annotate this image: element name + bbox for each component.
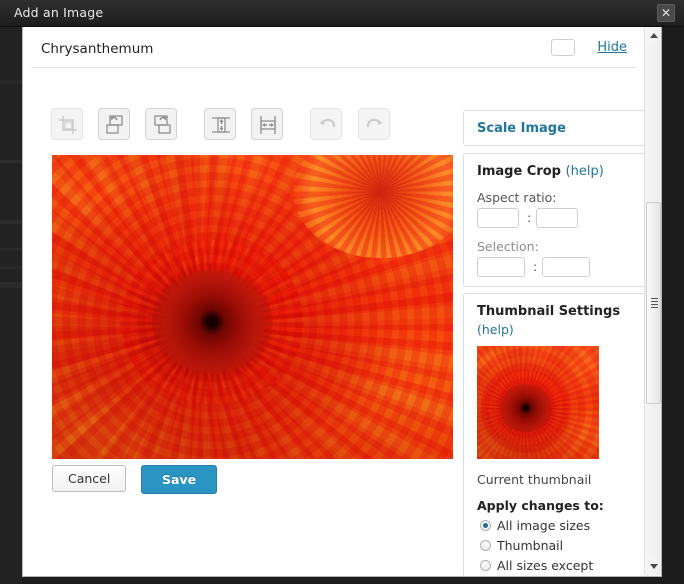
add-image-modal: Chrysanthemum Hide Cancel Save Scale Ima… xyxy=(22,27,662,577)
flip-horizontal-button[interactable] xyxy=(251,108,284,140)
current-thumbnail-image xyxy=(477,346,599,459)
backdrop-texture xyxy=(0,20,22,584)
window-title: Add an Image xyxy=(14,5,104,20)
hide-toggle-checkbox[interactable] xyxy=(551,39,575,56)
flip-vertical-icon xyxy=(212,117,231,133)
radio-thumbnail[interactable]: Thumbnail xyxy=(480,538,563,553)
crop-button[interactable] xyxy=(51,108,83,140)
rotate-counterclockwise-button[interactable] xyxy=(98,108,131,140)
chrysanthemum-photo xyxy=(52,155,453,459)
window-titlebar: Add an Image ✕ xyxy=(0,0,684,27)
vertical-scrollbar[interactable] xyxy=(644,27,661,575)
thumbnail-settings-title: Thumbnail Settings xyxy=(477,304,621,319)
triangle-up-icon xyxy=(650,33,658,38)
close-icon[interactable]: ✕ xyxy=(657,4,675,22)
undo-button[interactable] xyxy=(310,108,343,140)
selection-label: Selection: xyxy=(477,239,539,254)
radio-all-image-sizes-icon[interactable] xyxy=(480,520,491,531)
scrollbar-thumb[interactable] xyxy=(646,202,661,404)
modal-scroll-pane: Chrysanthemum Hide Cancel Save Scale Ima… xyxy=(23,27,648,576)
current-thumbnail-caption: Current thumbnail xyxy=(477,472,592,487)
selection-width-input[interactable] xyxy=(477,257,525,277)
aspect-ratio-width-input[interactable] xyxy=(477,208,519,228)
radio-all-image-sizes-label: All image sizes xyxy=(497,518,591,533)
image-editor-toolbar xyxy=(51,108,400,140)
rotate-cw-icon xyxy=(154,115,171,134)
media-filename: Chrysanthemum xyxy=(41,41,154,57)
thumbnail-help-link[interactable]: (help) xyxy=(477,322,514,337)
radio-all-sizes-except-thumbnail[interactable]: All sizes except xyxy=(480,558,593,573)
save-button[interactable]: Save xyxy=(141,465,218,494)
radio-all-sizes-except-icon[interactable] xyxy=(480,560,491,571)
image-crop-help-link[interactable]: (help) xyxy=(566,164,604,179)
hide-link[interactable]: Hide xyxy=(597,40,627,55)
window-bottom-edge xyxy=(22,577,662,584)
image-crop-heading: Image Crop (help) xyxy=(477,164,604,179)
thumbnail-settings-panel: Thumbnail Settings (help) Current thumbn… xyxy=(463,293,648,576)
rotate-clockwise-button[interactable] xyxy=(145,108,178,140)
undo-icon xyxy=(319,118,336,128)
image-preview[interactable] xyxy=(52,155,453,459)
triangle-down-icon xyxy=(650,564,658,569)
image-crop-panel: Image Crop (help) Aspect ratio: : Select… xyxy=(463,153,648,287)
scrollbar-grip-icon xyxy=(651,298,658,308)
radio-thumbnail-label: Thumbnail xyxy=(497,538,564,553)
aspect-ratio-height-input[interactable] xyxy=(536,208,578,228)
cancel-button[interactable]: Cancel xyxy=(52,465,127,492)
redo-button[interactable] xyxy=(357,108,390,140)
rotate-ccw-icon xyxy=(106,115,123,134)
scale-image-link[interactable]: Scale Image xyxy=(477,121,566,136)
scale-image-panel: Scale Image xyxy=(463,110,648,146)
flip-vertical-button[interactable] xyxy=(204,108,237,140)
scroll-down-button[interactable] xyxy=(645,558,661,575)
radio-thumbnail-icon[interactable] xyxy=(480,540,491,551)
apply-changes-label: Apply changes to: xyxy=(477,498,604,513)
redo-icon xyxy=(366,118,383,128)
chrysanthemum-thumbnail xyxy=(477,346,599,459)
aspect-ratio-label: Aspect ratio: xyxy=(477,190,557,205)
radio-all-image-sizes[interactable]: All image sizes xyxy=(480,518,590,533)
image-crop-title: Image Crop xyxy=(477,164,561,179)
selection-separator: : xyxy=(533,259,538,274)
media-item-header: Chrysanthemum Hide xyxy=(31,30,637,68)
crop-icon xyxy=(59,116,77,134)
scroll-up-button[interactable] xyxy=(645,27,661,44)
radio-all-sizes-except-label: All sizes except xyxy=(497,558,594,573)
selection-height-input[interactable] xyxy=(542,257,590,277)
flip-horizontal-icon xyxy=(260,116,277,134)
aspect-ratio-separator: : xyxy=(527,210,532,225)
